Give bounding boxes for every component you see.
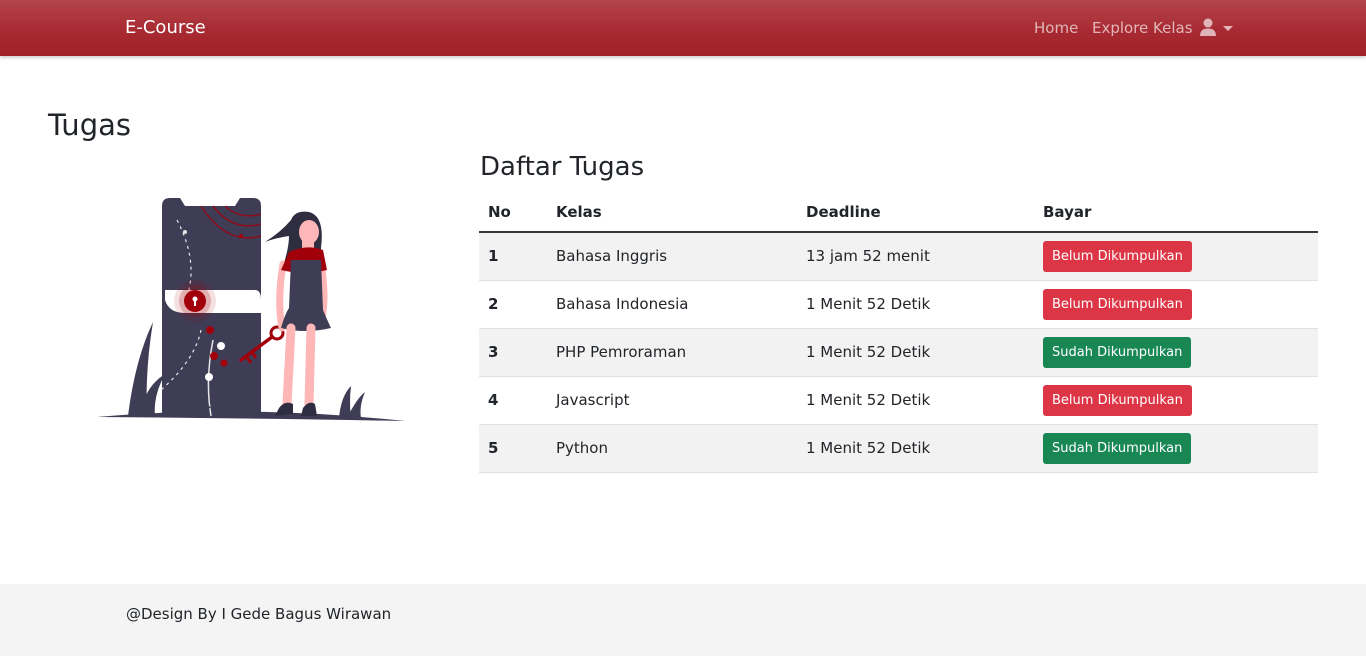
row-deadline: 1 Menit 52 Detik [797, 280, 1034, 329]
column-header-kelas: Kelas [547, 192, 797, 233]
row-kelas: Bahasa Indonesia [547, 280, 797, 329]
footer-credit: @Design By I Gede Bagus Wirawan [126, 605, 392, 623]
row-status-cell: Sudah Dikumpulkan [1034, 328, 1318, 377]
row-deadline: 1 Menit 52 Detik [797, 328, 1034, 377]
status-button[interactable]: Belum Dikumpulkan [1043, 240, 1192, 272]
row-status-cell: Belum Dikumpulkan [1034, 232, 1318, 281]
task-table: No Kelas Deadline Bayar 1 Bahasa Inggris… [479, 192, 1318, 473]
column-header-bayar: Bayar [1034, 192, 1318, 233]
brand-link[interactable]: E-Course [125, 17, 206, 39]
row-number: 5 [479, 424, 547, 473]
row-number: 3 [479, 328, 547, 377]
row-number: 1 [479, 232, 547, 281]
footer: @Design By I Gede Bagus Wirawan [0, 584, 1366, 656]
row-status-cell: Belum Dikumpulkan [1034, 376, 1318, 425]
row-status-cell: Sudah Dikumpulkan [1034, 424, 1318, 473]
row-number: 4 [479, 376, 547, 425]
row-kelas: Javascript [547, 376, 797, 425]
status-button[interactable]: Belum Dikumpulkan [1043, 288, 1192, 320]
table-row: 4 Javascript 1 Menit 52 Detik Belum Diku… [479, 376, 1318, 425]
nav-link-explore-kelas[interactable]: Explore Kelas [1092, 19, 1193, 38]
user-dropdown[interactable] [1200, 18, 1236, 38]
row-kelas: Bahasa Inggris [547, 232, 797, 281]
column-header-deadline: Deadline [797, 192, 1034, 233]
table-row: 3 PHP Pemroraman 1 Menit 52 Detik Sudah … [479, 328, 1318, 377]
row-deadline: 1 Menit 52 Detik [797, 424, 1034, 473]
chevron-down-icon [1223, 26, 1233, 31]
table-row: 1 Bahasa Inggris 13 jam 52 menit Belum D… [479, 232, 1318, 281]
row-number: 2 [479, 280, 547, 329]
nav-link-home[interactable]: Home [1034, 19, 1078, 38]
illustration [97, 198, 405, 421]
row-kelas: PHP Pemroraman [547, 328, 797, 377]
table-row: 2 Bahasa Indonesia 1 Menit 52 Detik Belu… [479, 280, 1318, 329]
table-row: 5 Python 1 Menit 52 Detik Sudah Dikumpul… [479, 424, 1318, 473]
status-button[interactable]: Belum Dikumpulkan [1043, 384, 1192, 416]
column-header-no: No [479, 192, 547, 233]
status-button[interactable]: Sudah Dikumpulkan [1043, 432, 1192, 464]
row-deadline: 13 jam 52 menit [797, 232, 1034, 281]
status-button[interactable]: Sudah Dikumpulkan [1043, 336, 1192, 368]
table-header-row: No Kelas Deadline Bayar [479, 192, 1318, 233]
row-deadline: 1 Menit 52 Detik [797, 376, 1034, 425]
user-icon [1200, 18, 1216, 36]
section-title: Daftar Tugas [480, 152, 645, 182]
page-title: Tugas [48, 108, 131, 142]
row-kelas: Python [547, 424, 797, 473]
navbar: E-Course Home Explore Kelas [0, 0, 1366, 56]
row-status-cell: Belum Dikumpulkan [1034, 280, 1318, 329]
